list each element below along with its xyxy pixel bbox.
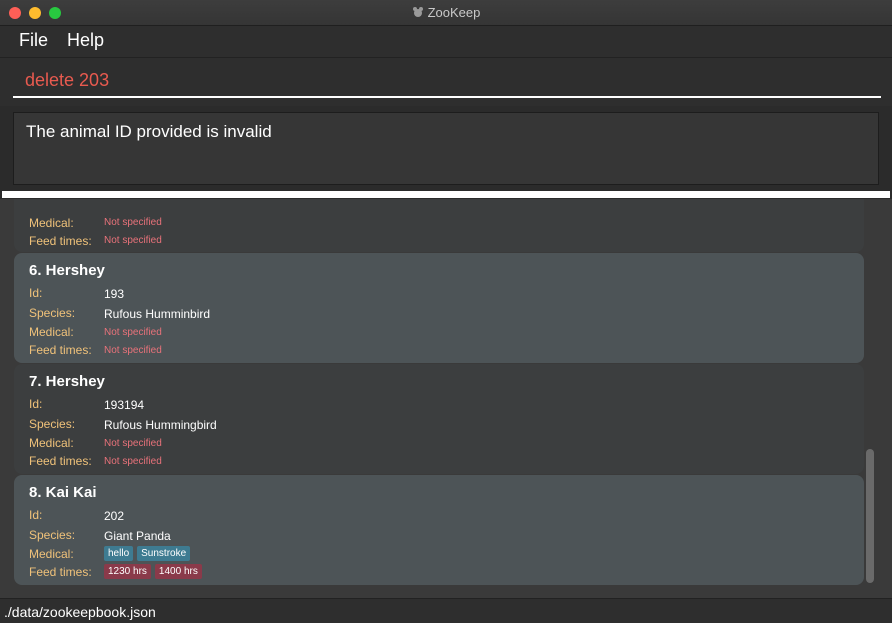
species-label: Species: xyxy=(29,528,76,542)
result-display: The animal ID provided is invalid xyxy=(13,112,879,185)
animal-card-6[interactable]: 6. Hershey Id: 193 Species: Rufous Hummi… xyxy=(14,253,864,363)
feed-not-specified: Not specified xyxy=(104,345,162,356)
feed-not-specified: Not specified xyxy=(104,456,162,467)
feed-label: Feed times: xyxy=(29,234,92,248)
medical-label: Medical: xyxy=(29,216,74,230)
app-icon xyxy=(412,7,423,17)
save-location: ./data/zookeepbook.json xyxy=(4,604,156,620)
list-scrollbar-thumb[interactable] xyxy=(866,449,874,583)
medical-label: Medical: xyxy=(29,436,74,450)
panel-divider[interactable] xyxy=(2,191,890,198)
feed-label: Feed times: xyxy=(29,565,92,579)
id-label: Id: xyxy=(29,286,43,300)
species-value: Rufous Hummingbird xyxy=(104,418,217,432)
animal-title: 8. Kai Kai xyxy=(29,484,97,501)
animal-card-7[interactable]: 7. Hershey Id: 193194 Species: Rufous Hu… xyxy=(14,364,864,474)
medical-not-specified: Not specified xyxy=(104,327,162,338)
menu-file[interactable]: File xyxy=(19,30,48,51)
id-value: 193194 xyxy=(104,398,145,412)
title-bar: ZooKeep xyxy=(0,0,892,26)
status-bar: ./data/zookeepbook.json xyxy=(0,598,892,623)
animal-list[interactable]: Medical: Not specified Feed times: Not s… xyxy=(0,199,892,598)
id-label: Id: xyxy=(29,508,43,522)
command-area: delete 203 xyxy=(0,58,892,106)
medical-tag: hello xyxy=(104,546,134,561)
feed-label: Feed times: xyxy=(29,343,92,357)
species-label: Species: xyxy=(29,417,76,431)
medical-not-specified: Not specified xyxy=(104,217,162,228)
window-title-text: ZooKeep xyxy=(427,5,481,20)
id-value: 202 xyxy=(104,509,125,523)
species-value: Giant Panda xyxy=(104,529,171,543)
species-label: Species: xyxy=(29,306,76,320)
menu-help[interactable]: Help xyxy=(67,30,104,51)
medical-tags: hello Sunstroke xyxy=(104,545,194,561)
feed-tag: 1230 hrs xyxy=(104,564,151,579)
id-label: Id: xyxy=(29,397,43,411)
medical-tag: Sunstroke xyxy=(137,546,191,561)
feed-tag: 1400 hrs xyxy=(154,564,202,579)
menu-bar: File Help xyxy=(0,26,892,58)
medical-not-specified: Not specified xyxy=(104,438,162,449)
animal-title: 6. Hershey xyxy=(29,262,105,279)
id-value: 193 xyxy=(104,287,125,301)
animal-card-partial[interactable]: Medical: Not specified Feed times: Not s… xyxy=(14,199,864,252)
feed-tags: 1230 hrs 1400 hrs xyxy=(104,563,206,579)
feed-not-specified: Not specified xyxy=(104,235,162,246)
animal-card-8[interactable]: 8. Kai Kai Id: 202 Species: Giant Panda … xyxy=(14,475,864,585)
species-value: Rufous Humminbird xyxy=(104,307,211,321)
medical-label: Medical: xyxy=(29,325,74,339)
command-input[interactable]: delete 203 xyxy=(13,58,881,98)
window-title: ZooKeep xyxy=(0,5,892,20)
feed-label: Feed times: xyxy=(29,454,92,468)
animal-title: 7. Hershey xyxy=(29,373,105,390)
medical-label: Medical: xyxy=(29,547,74,561)
